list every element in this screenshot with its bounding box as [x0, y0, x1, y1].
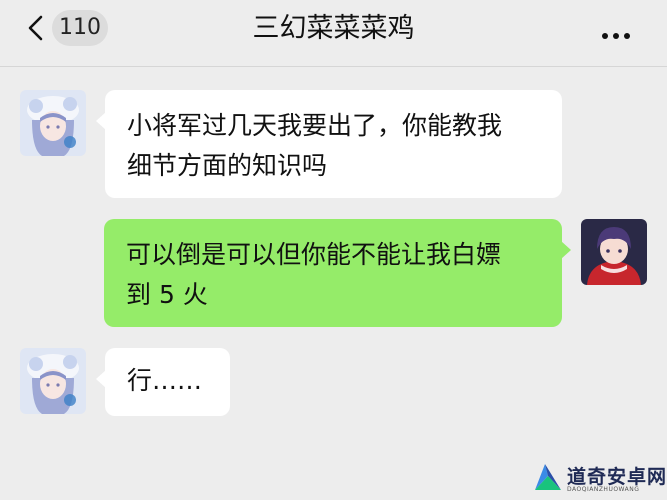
site-logo-icon — [535, 464, 561, 490]
message-text: 行…… — [127, 366, 203, 395]
watermark-subtitle: DAOQIANZHUOWANG — [567, 486, 640, 493]
chat-header: 110 三幻菜菜菜鸡 — [0, 0, 667, 67]
incoming-message-bubble[interactable]: 行…… — [96, 348, 230, 416]
outgoing-message-bubble[interactable]: 可以倒是可以但你能不能让我白嫖 到 5 火 — [104, 219, 571, 327]
my-avatar[interactable] — [581, 219, 647, 285]
watermark-title: 道奇安卓网 — [567, 466, 667, 488]
message-text: 可以倒是可以但你能不能让我白嫖 到 5 火 — [126, 240, 502, 309]
message-text: 小将军过几天我要出了，你能教我 细节方面的知识吗 — [127, 111, 503, 180]
chat-title: 三幻菜菜菜鸡 — [252, 13, 415, 44]
contact-avatar[interactable] — [20, 90, 86, 156]
more-horizontal-icon[interactable] — [602, 24, 636, 39]
site-watermark: 道奇安卓网 DAOQIANZHUOWANG — [525, 460, 667, 500]
contact-avatar[interactable] — [20, 348, 86, 414]
incoming-message-bubble[interactable]: 小将军过几天我要出了，你能教我 细节方面的知识吗 — [96, 90, 562, 198]
